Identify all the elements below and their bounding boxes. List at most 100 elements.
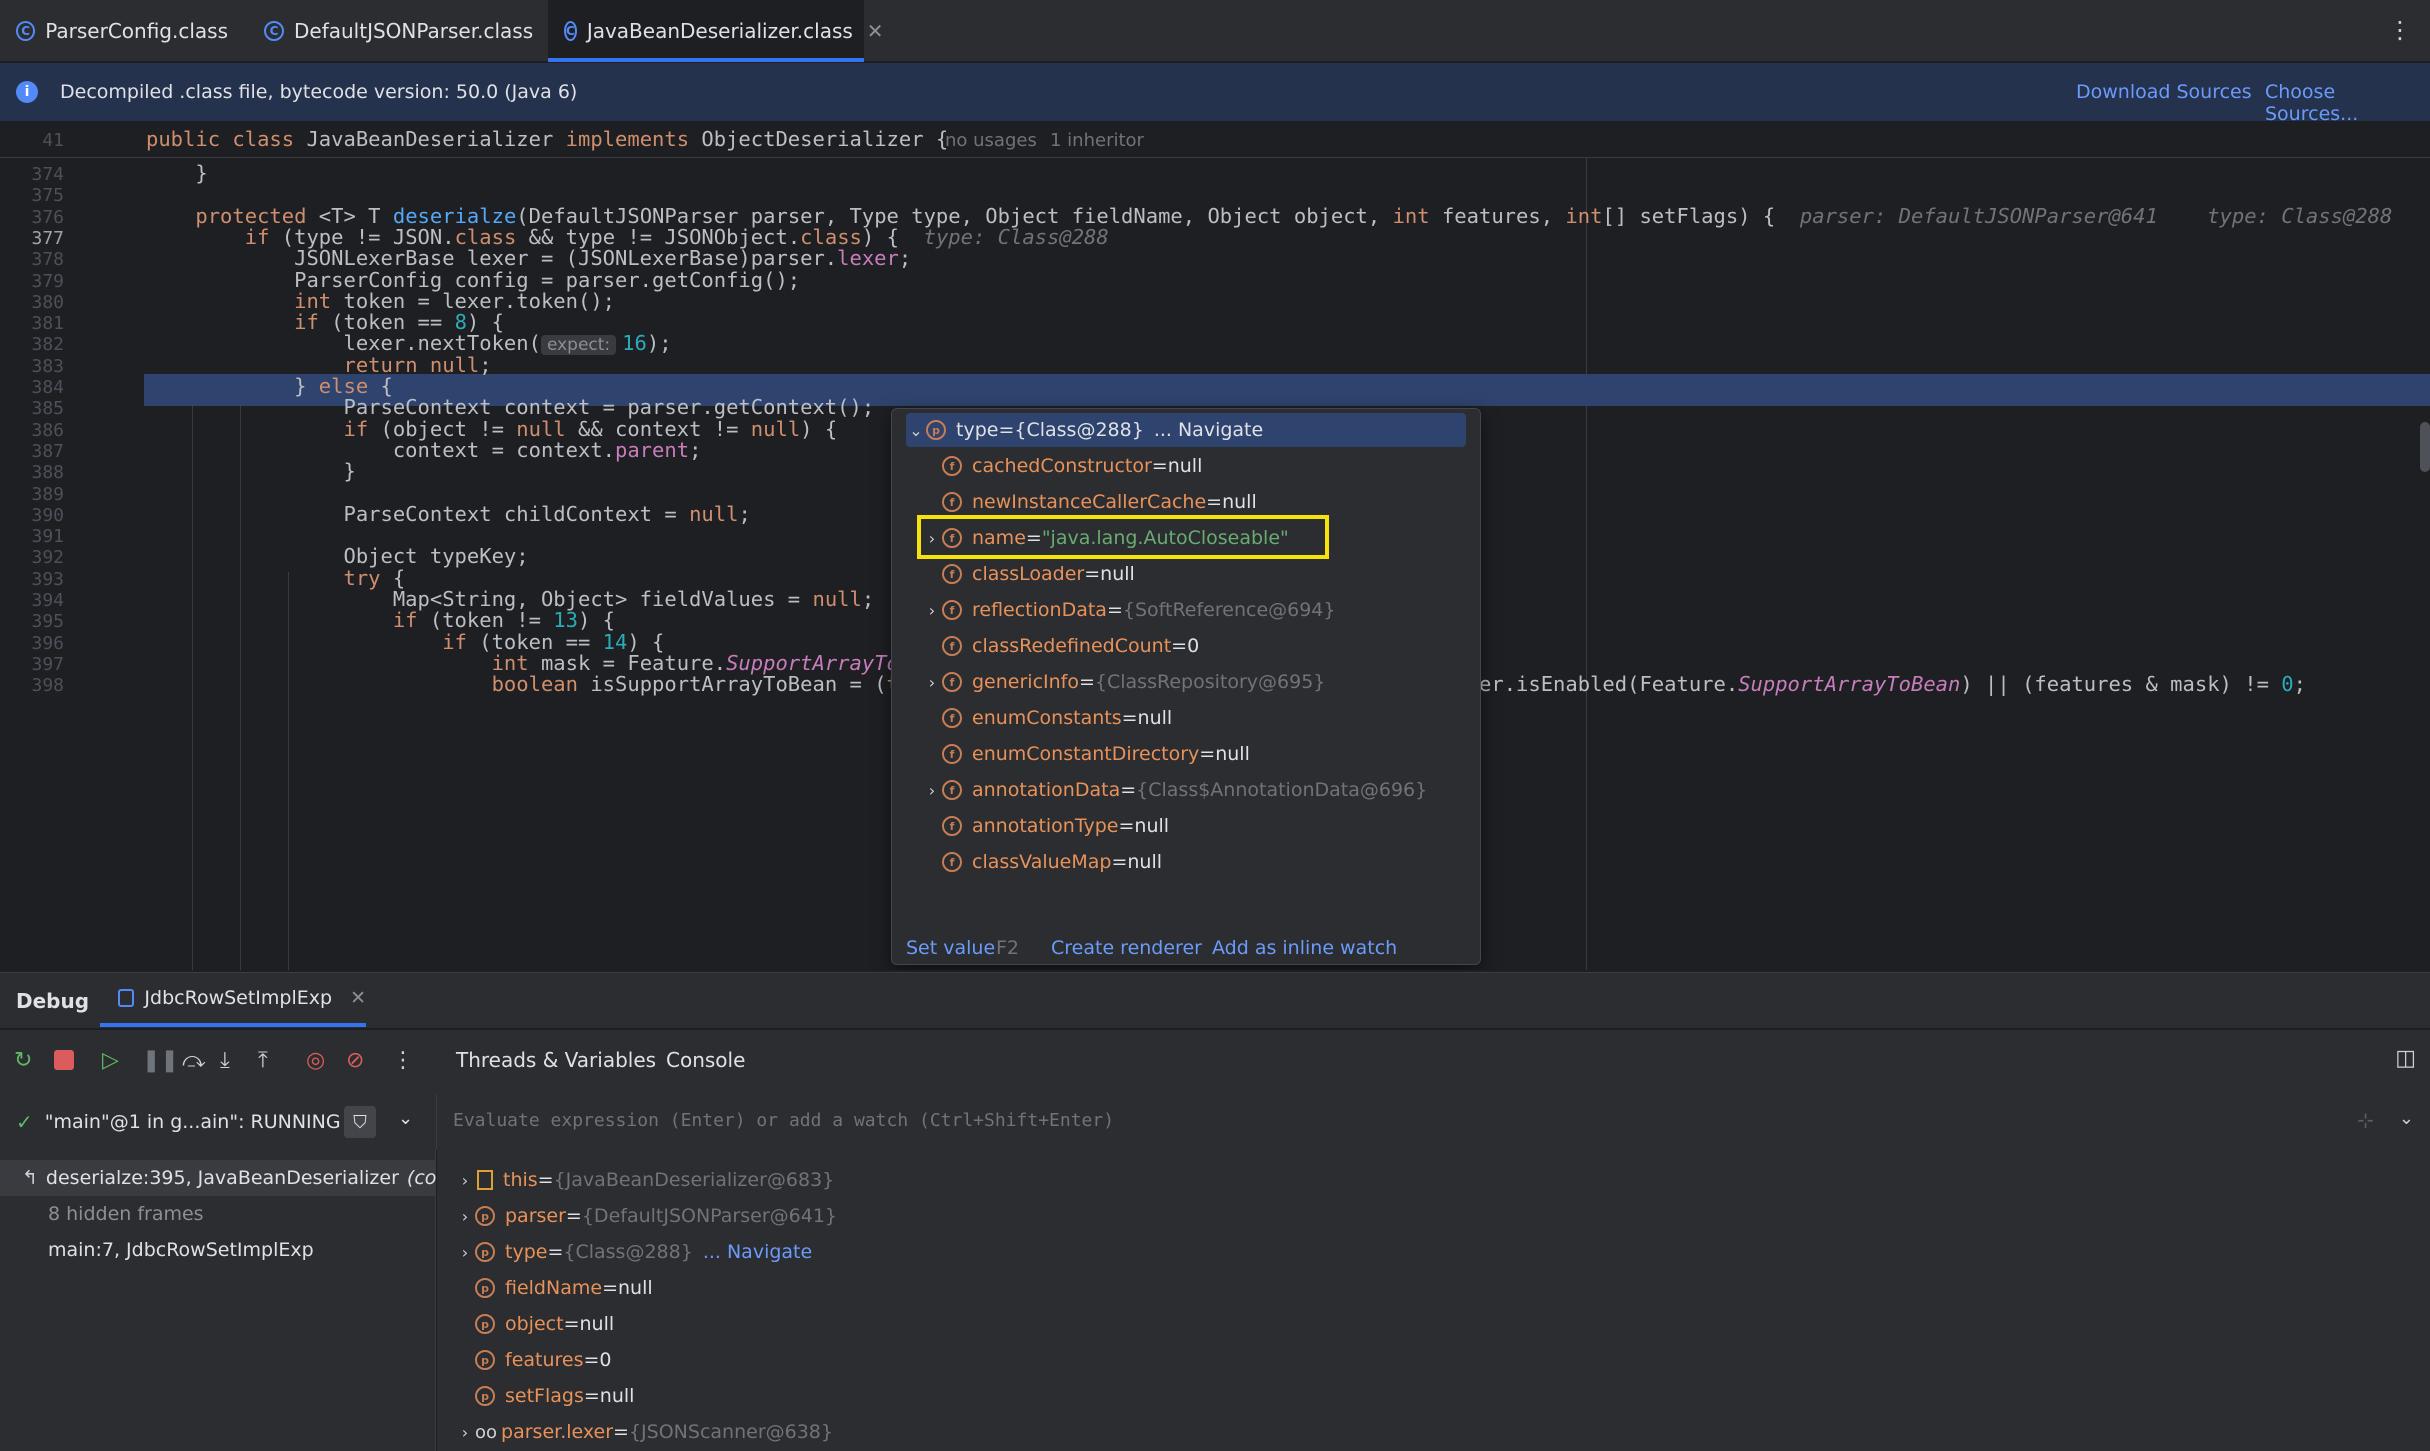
variable-row[interactable]: › p type = {Class@288} ... Navigate: [455, 1234, 812, 1270]
navigate-link[interactable]: ... Navigate: [1154, 419, 1263, 441]
chevron-right-icon[interactable]: ›: [455, 1207, 475, 1226]
tab-console[interactable]: Console: [666, 1048, 745, 1072]
line-number[interactable]: 375: [0, 185, 64, 206]
popup-field-row[interactable]: f classLoader = null: [922, 557, 1135, 591]
line-number[interactable]: 377: [0, 228, 64, 249]
popup-field-row[interactable]: f enumConstants = null: [922, 701, 1172, 735]
chevron-down-icon[interactable]: ⌄: [906, 421, 926, 440]
line-number[interactable]: 394: [0, 590, 64, 611]
line-number[interactable]: 397: [0, 654, 64, 675]
frame-item-current[interactable]: ↰ deserialze:395, JavaBeanDeserializer (…: [0, 1160, 436, 1196]
popup-root-row[interactable]: ⌄ p type = {Class@288} ... Navigate: [906, 413, 1263, 447]
choose-sources-link[interactable]: Choose Sources...: [2265, 81, 2430, 125]
filter-icon[interactable]: ⛉: [344, 1106, 376, 1138]
chevron-down-icon[interactable]: ⌄: [2399, 1108, 2414, 1129]
thread-selector[interactable]: ✓ "main"@1 in g...ain": RUNNING ⛉ ⌄: [0, 1094, 436, 1150]
evaluate-expression-field[interactable]: Evaluate expression (Enter) or add a wat…: [436, 1094, 2430, 1150]
line-number[interactable]: 396: [0, 633, 64, 654]
resume-icon[interactable]: ▷: [102, 1048, 119, 1073]
layout-icon[interactable]: ◫: [2395, 1046, 2416, 1071]
line-number[interactable]: 392: [0, 547, 64, 568]
line-number[interactable]: 387: [0, 441, 64, 462]
download-sources-link[interactable]: Download Sources: [2076, 81, 2252, 103]
chevron-right-icon[interactable]: ›: [922, 781, 942, 800]
line-number[interactable]: 398: [0, 675, 64, 696]
create-renderer-button[interactable]: Create renderer: [1051, 937, 1202, 959]
line-number[interactable]: 376: [0, 207, 64, 228]
line-number[interactable]: 393: [0, 569, 64, 590]
navigate-link[interactable]: ... Navigate: [703, 1241, 812, 1263]
popup-field-row[interactable]: › f genericInfo = {ClassRepository@695}: [922, 665, 1326, 699]
variable-row[interactable]: p fieldName = null: [455, 1270, 653, 1306]
popup-field-row[interactable]: f enumConstantDirectory = null: [922, 737, 1250, 771]
popup-field-row[interactable]: f newInstanceCallerCache = null: [922, 485, 1257, 519]
line-number[interactable]: 379: [0, 271, 64, 292]
chevron-down-icon[interactable]: ⌄: [398, 1108, 413, 1129]
step-over-icon[interactable]: ⤼: [182, 1048, 206, 1073]
line-number[interactable]: 380: [0, 292, 64, 313]
variable-row[interactable]: › p parser = {DefaultJSONParser@641}: [455, 1198, 837, 1234]
frames-list: ↰ deserialze:395, JavaBeanDeserializer (…: [0, 1150, 436, 1451]
step-out-icon[interactable]: ⤒: [258, 1048, 268, 1073]
tab-threads-variables[interactable]: Threads & Variables: [456, 1048, 656, 1072]
code-editor[interactable]: 41 public class JavaBeanDeserializer imp…: [0, 122, 2430, 970]
code-line[interactable]: ParseContext childContext = null;: [146, 502, 750, 526]
line-number[interactable]: 395: [0, 611, 64, 632]
chevron-right-icon[interactable]: ›: [922, 673, 942, 692]
line-number[interactable]: 389: [0, 484, 64, 505]
more-vertical-icon[interactable]: ⋮: [392, 1048, 414, 1073]
line-number[interactable]: 378: [0, 249, 64, 270]
variable-row[interactable]: › oo parser.lexer = {JSONScanner@638}: [455, 1414, 833, 1450]
variable-row[interactable]: › this = {JavaBeanDeserializer@683}: [455, 1162, 834, 1198]
equals: =: [602, 1277, 618, 1299]
tab-parserconfig[interactable]: C ParserConfig.class: [0, 0, 228, 62]
hidden-frames[interactable]: 8 hidden frames: [0, 1196, 436, 1232]
more-vertical-icon[interactable]: ⋮: [2388, 16, 2412, 44]
line-number[interactable]: 388: [0, 462, 64, 483]
pause-icon[interactable]: ❚❚: [142, 1048, 179, 1073]
stop-icon[interactable]: [54, 1050, 74, 1070]
equals: =: [1111, 851, 1128, 873]
step-into-icon[interactable]: ⤓: [220, 1048, 230, 1073]
frame-item[interactable]: main:7, JdbcRowSetImplExp: [0, 1232, 436, 1268]
vertical-scrollbar[interactable]: [2420, 422, 2430, 472]
code-line[interactable]: }: [146, 459, 355, 483]
usages-hint[interactable]: no usages: [945, 130, 1037, 151]
popup-field-row[interactable]: f annotationType = null: [922, 809, 1169, 843]
chevron-right-icon[interactable]: ›: [455, 1171, 475, 1190]
tab-javabeandeserializer[interactable]: C JavaBeanDeserializer.class ✕: [548, 0, 884, 62]
close-session-icon[interactable]: ✕: [350, 987, 366, 1009]
line-number[interactable]: 386: [0, 420, 64, 441]
line-number[interactable]: 382: [0, 334, 64, 355]
close-tab-icon[interactable]: ✕: [867, 19, 884, 43]
variable-row[interactable]: p setFlags = null: [455, 1378, 634, 1414]
line-number[interactable]: 381: [0, 313, 64, 334]
line-number[interactable]: 391: [0, 526, 64, 547]
line-number[interactable]: 385: [0, 398, 64, 419]
field-icon: f: [942, 780, 962, 800]
chevron-right-icon[interactable]: ›: [455, 1423, 475, 1442]
code-line[interactable]: }: [146, 161, 207, 185]
add-watch-icon[interactable]: ⊹: [2357, 1108, 2374, 1132]
rerun-icon[interactable]: ↻: [14, 1048, 32, 1073]
line-number[interactable]: 383: [0, 356, 64, 377]
popup-field-row[interactable]: f classRedefinedCount = 0: [922, 629, 1199, 663]
line-number[interactable]: 384: [0, 377, 64, 398]
popup-field-row[interactable]: f cachedConstructor = null: [922, 449, 1202, 483]
inheritor-hint[interactable]: 1 inheritor: [1050, 130, 1144, 151]
set-value-button[interactable]: Set value: [906, 937, 995, 959]
popup-field-row[interactable]: › f reflectionData = {SoftReference@694}: [922, 593, 1336, 627]
view-breakpoints-icon[interactable]: ◎: [306, 1048, 325, 1073]
mute-breakpoints-icon[interactable]: ⊘: [346, 1048, 364, 1073]
session-tab[interactable]: JdbcRowSetImplExp ✕: [100, 973, 366, 1027]
popup-field-row[interactable]: › f annotationData = {Class$AnnotationData…: [922, 773, 1427, 807]
variable-row[interactable]: p features = 0: [455, 1342, 612, 1378]
add-inline-watch-button[interactable]: Add as inline watch: [1212, 937, 1397, 959]
chevron-right-icon[interactable]: ›: [922, 601, 942, 620]
popup-field-row[interactable]: f classValueMap = null: [922, 845, 1162, 879]
chevron-right-icon[interactable]: ›: [455, 1243, 475, 1262]
variable-row[interactable]: p object = null: [455, 1306, 614, 1342]
line-number[interactable]: 390: [0, 505, 64, 526]
tab-defaultjsonparser[interactable]: C DefaultJSONParser.class: [250, 0, 540, 62]
line-number[interactable]: 374: [0, 164, 64, 185]
